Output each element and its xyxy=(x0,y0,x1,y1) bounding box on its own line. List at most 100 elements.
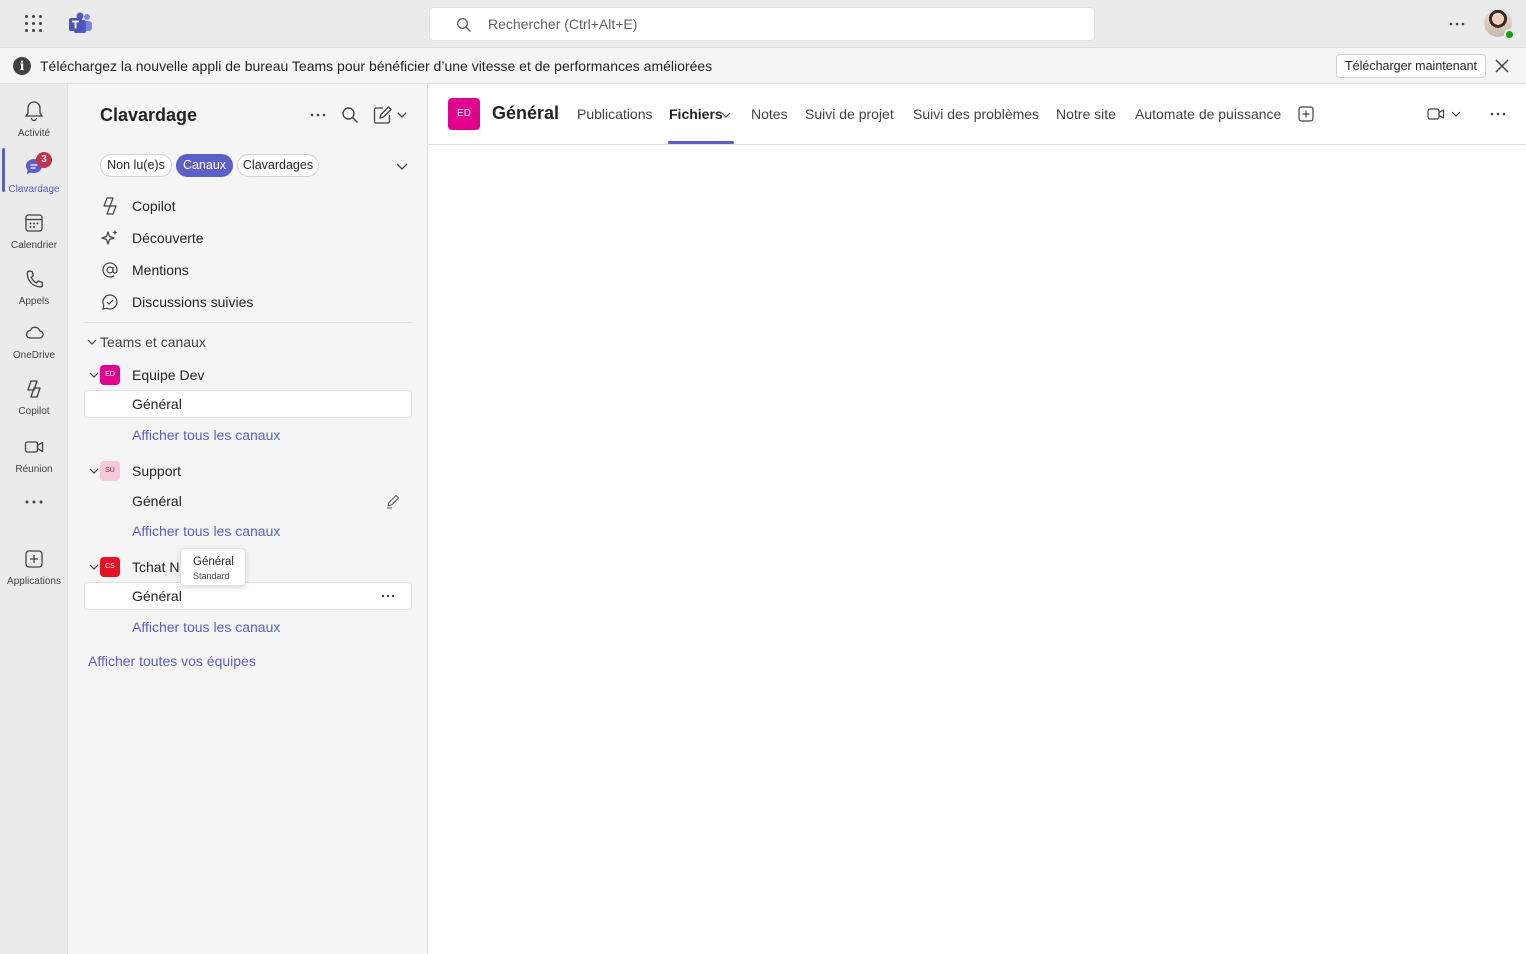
draft-edit-icon xyxy=(387,494,400,509)
team-avatar: SU xyxy=(100,461,120,481)
sparkle-icon xyxy=(101,230,118,245)
rail-item-appels[interactable]: Appels xyxy=(0,260,68,314)
search-input[interactable] xyxy=(488,8,1068,40)
channel-title: Général xyxy=(492,103,560,123)
more-apps-icon[interactable] xyxy=(22,494,46,510)
chevron-down-icon[interactable] xyxy=(394,158,410,174)
rail-item-onedrive[interactable]: OneDrive xyxy=(0,314,68,368)
teams-logo-icon xyxy=(69,12,92,33)
chevron-down-icon xyxy=(89,468,99,474)
calendar-icon xyxy=(25,214,43,232)
tab-fichiers[interactable]: Fichiers xyxy=(669,106,723,122)
close-icon[interactable] xyxy=(1492,56,1512,76)
rail-item-clavardage[interactable]: 3 Clavardage xyxy=(0,148,68,202)
team-avatar: ED xyxy=(100,365,120,385)
rail-item-activite[interactable]: Activité xyxy=(0,92,68,146)
rail-item-calendrier[interactable]: Calendrier xyxy=(0,204,68,258)
nav-label: Mentions xyxy=(132,262,189,278)
presence-available-icon xyxy=(1504,29,1515,40)
cloud-icon xyxy=(25,326,44,339)
chevron-down-icon xyxy=(89,564,99,570)
team-name: Equipe Dev xyxy=(132,367,205,383)
chat-pane: Clavardage Non lu(e)s Canaux Clavardages… xyxy=(68,84,428,954)
tab-suivi-de-projet[interactable]: Suivi de projet xyxy=(805,106,894,122)
new-chat-icon[interactable] xyxy=(372,105,410,125)
followed-chat-icon xyxy=(102,294,118,310)
rail-label: Applications xyxy=(7,576,61,587)
tab-notes[interactable]: Notes xyxy=(751,106,788,122)
rail-label: Appels xyxy=(18,296,50,307)
tab-publications[interactable]: Publications xyxy=(577,106,653,122)
show-all-teams-link[interactable]: Afficher toutes vos équipes xyxy=(88,653,256,669)
add-apps-icon xyxy=(25,550,43,568)
section-label: Teams et canaux xyxy=(100,334,206,350)
nav-mentions[interactable]: Mentions xyxy=(100,256,400,284)
channel-header: ED Général Publications Fichiers Notes S… xyxy=(428,84,1526,145)
channel-row[interactable]: Général xyxy=(84,487,412,515)
rail-item-copilot[interactable]: Copilot xyxy=(0,370,68,424)
add-tab-icon[interactable] xyxy=(1296,104,1316,124)
filter-unread[interactable]: Non lu(e)s xyxy=(100,154,172,177)
rail-label: Copilot xyxy=(18,406,50,417)
copilot-icon xyxy=(103,197,117,215)
channel-row[interactable]: Général xyxy=(84,390,412,418)
tab-suivi-des-problemes[interactable]: Suivi des problèmes xyxy=(913,106,1039,122)
rail-label: Réunion xyxy=(15,464,53,475)
unread-badge: 3 xyxy=(36,152,52,168)
at-icon xyxy=(102,262,118,278)
search-icon xyxy=(457,18,471,32)
copilot-icon xyxy=(27,380,41,398)
more-options-icon[interactable] xyxy=(308,105,328,125)
meet-now-icon[interactable] xyxy=(1426,104,1466,124)
files-content-area xyxy=(428,145,1526,954)
filter-channels[interactable]: Canaux xyxy=(176,154,233,177)
channel-row[interactable]: Général xyxy=(84,582,412,610)
team-support[interactable]: SU Support xyxy=(84,457,412,485)
info-icon: i xyxy=(13,57,31,75)
team-tchat[interactable]: CS Tchat N xyxy=(84,553,412,581)
download-banner: i Téléchargez la nouvelle appli de burea… xyxy=(0,48,1526,84)
top-bar xyxy=(0,0,1526,48)
filter-chats[interactable]: Clavardages xyxy=(237,154,319,177)
rail-item-reunion[interactable]: Réunion xyxy=(0,428,68,482)
tooltip-title: Général xyxy=(193,556,234,568)
rail-label: Activité xyxy=(17,128,51,139)
bell-icon xyxy=(24,101,44,122)
pane-title: Clavardage xyxy=(100,105,198,125)
avatar[interactable] xyxy=(1484,9,1515,40)
more-options-icon[interactable] xyxy=(1444,14,1470,34)
rail-item-applications[interactable]: Applications xyxy=(0,540,68,594)
channel-name: Général xyxy=(132,588,182,604)
team-equipe-dev[interactable]: ED Equipe Dev xyxy=(84,361,412,389)
show-all-channels-link[interactable]: Afficher tous les canaux xyxy=(132,619,280,635)
nav-decouverte[interactable]: Découverte xyxy=(100,224,400,252)
divider xyxy=(84,322,412,323)
more-options-icon[interactable] xyxy=(379,587,397,605)
chevron-down-icon xyxy=(89,372,99,378)
more-options-icon[interactable] xyxy=(1488,104,1508,124)
nav-discussions-suivies[interactable]: Discussions suivies xyxy=(100,288,400,316)
show-all-channels-link[interactable]: Afficher tous les canaux xyxy=(132,523,280,539)
rail-label: Clavardage xyxy=(8,184,60,195)
nav-copilot[interactable]: Copilot xyxy=(100,192,400,220)
channel-avatar: ED xyxy=(448,98,480,130)
channel-name: Général xyxy=(132,396,182,412)
tab-automate-de-puissance[interactable]: Automate de puissance xyxy=(1135,106,1281,122)
search-icon[interactable] xyxy=(340,105,360,125)
nav-label: Découverte xyxy=(132,230,204,246)
channel-name: Général xyxy=(132,493,182,509)
phone-icon xyxy=(26,270,44,288)
team-avatar: CS xyxy=(100,557,120,577)
nav-label: Copilot xyxy=(132,198,176,214)
app-launcher-icon[interactable] xyxy=(22,12,46,36)
tab-notre-site[interactable]: Notre site xyxy=(1056,106,1116,122)
search-box[interactable] xyxy=(429,7,1095,41)
chevron-down-icon xyxy=(87,339,97,345)
rail-label: OneDrive xyxy=(12,350,56,361)
show-all-channels-link[interactable]: Afficher tous les canaux xyxy=(132,427,280,443)
chevron-down-icon[interactable] xyxy=(720,109,732,121)
download-now-button[interactable]: Télécharger maintenant xyxy=(1336,54,1487,78)
video-icon xyxy=(24,441,44,453)
team-name: Support xyxy=(132,463,182,479)
app-rail: Activité 3 Clavardage Calendrier Appels … xyxy=(0,84,68,954)
